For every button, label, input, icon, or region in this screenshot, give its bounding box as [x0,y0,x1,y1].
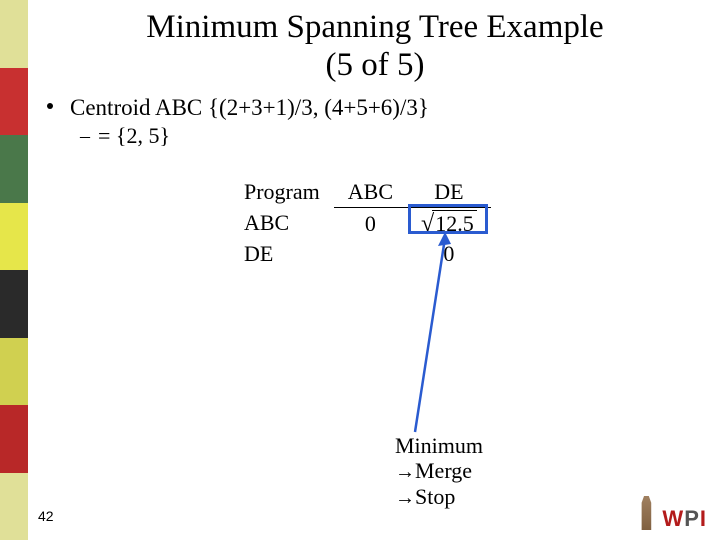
table-row: ABC 0 √ 12.5 [230,208,491,240]
logo-tower-icon [634,496,658,530]
dash-icon: – [80,125,90,148]
table-col-header: ABC [334,177,407,208]
distance-table: Program ABC DE ABC 0 √ 12.5 DE 0 [230,177,491,269]
logo-letter: P [684,508,699,530]
sidebar-stripe [0,0,28,68]
sub-bullet-text: = {2, 5} [98,123,170,148]
radicand: 12.5 [432,210,477,237]
sidebar-stripe [0,135,28,203]
title-line-1: Minimum Spanning Tree Example [146,9,603,45]
table-row-label: DE [230,239,334,269]
slide-title: Minimum Spanning Tree Example (5 of 5) [40,9,710,85]
sidebar-stripe [0,68,28,136]
bullet-item: Centroid ABC {(2+3+1)/3, (4+5+6)/3} [40,95,710,121]
annotation-block: Minimum →Merge →Stop [395,433,483,510]
decorative-sidebar [0,0,28,540]
annotation-line: Minimum [395,433,483,458]
sub-bullet-item: – = {2, 5} [40,123,710,149]
logo-letter: W [662,508,683,530]
logo-letter: I [700,508,706,530]
page-number: 42 [38,508,54,524]
sqrt-value: √ 12.5 [421,210,477,237]
logo-text: W P I [662,508,706,530]
table-cell: 0 [334,208,407,240]
table-col-header: DE [407,177,491,208]
table-row-label: ABC [230,208,334,240]
sidebar-stripe [0,473,28,540]
sidebar-stripe [0,338,28,406]
annotation-line: →Stop [395,484,483,510]
sidebar-stripe [0,203,28,271]
table-row: DE 0 [230,239,491,269]
sidebar-stripe [0,270,28,338]
sidebar-stripe [0,405,28,473]
bullet-icon [47,103,53,109]
arrow-right-icon: → [395,461,415,483]
slide-content: Minimum Spanning Tree Example (5 of 5) C… [40,5,710,535]
arrow-right-icon: → [395,487,415,509]
table-cell: √ 12.5 [407,208,491,240]
title-line-2: (5 of 5) [326,47,425,83]
table-cell [334,239,407,269]
table-cell: 0 [407,239,491,269]
wpi-logo: W P I [634,496,706,530]
bullet-text: Centroid ABC {(2+3+1)/3, (4+5+6)/3} [70,95,710,121]
table-corner: Program [230,177,334,208]
annotation-line: →Merge [395,458,483,484]
